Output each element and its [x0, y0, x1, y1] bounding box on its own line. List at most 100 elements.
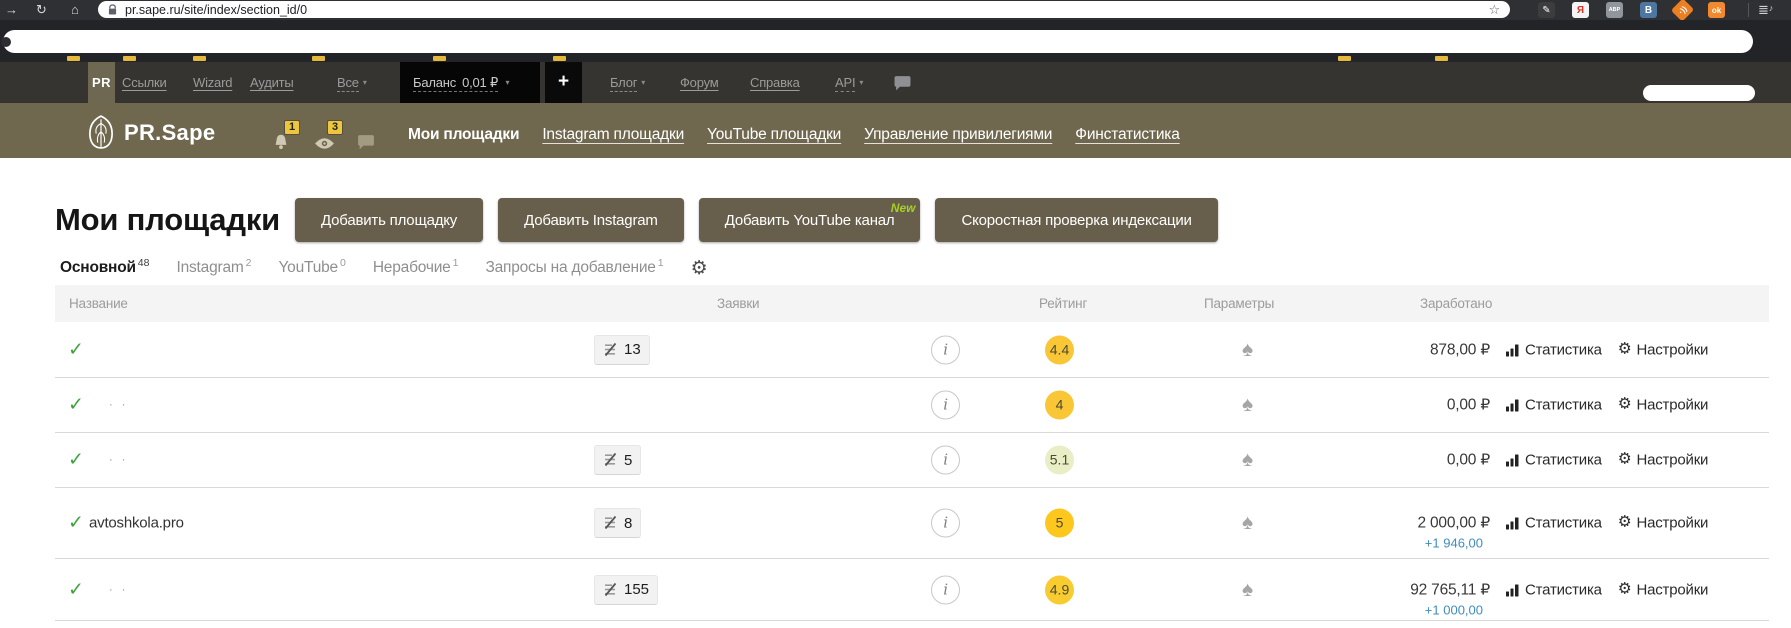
table-settings-gear-icon[interactable]: ⚙	[691, 257, 708, 280]
statistics-link[interactable]: Статистика	[1505, 581, 1602, 598]
reload-icon[interactable]: ↻	[36, 0, 47, 20]
nav-instagram-sites[interactable]: Instagram площадки	[542, 126, 684, 144]
bookmark-favicon[interactable]	[123, 56, 136, 61]
info-icon[interactable]: i	[931, 390, 960, 420]
add-youtube-button[interactable]: Добавить YouTube канал New	[698, 198, 921, 242]
new-badge: New	[890, 201, 916, 215]
nav-privileges[interactable]: Управление привилегиями	[864, 126, 1052, 144]
forward-icon[interactable]: →	[5, 0, 18, 20]
statistics-link[interactable]: Статистика	[1505, 341, 1602, 358]
requests-badge[interactable]: 8	[594, 508, 642, 538]
gear-icon: ⚙	[1617, 580, 1632, 597]
tab-add-requests[interactable]: Запросы на добавление 1	[485, 257, 663, 277]
nav-wizard[interactable]: Wizard	[193, 62, 232, 103]
messages-bubble-icon[interactable]	[357, 134, 375, 156]
bookmark-favicon[interactable]	[312, 56, 325, 61]
bookmark-star-icon[interactable]: ☆	[1489, 1, 1501, 18]
pr-logo-badge[interactable]: PR	[88, 62, 115, 103]
spade-params-icon[interactable]: ♠	[1242, 448, 1253, 472]
bookmark-favicon[interactable]	[433, 56, 446, 61]
vk-extension-icon[interactable]: B	[1640, 2, 1657, 18]
statistics-link[interactable]: Статистика	[1505, 397, 1602, 414]
pen-extension-icon[interactable]: ✎	[1538, 2, 1555, 18]
spade-params-icon[interactable]: ♠	[1242, 393, 1253, 417]
bell-icon[interactable]	[272, 133, 290, 156]
settings-link[interactable]: ⚙ Настройки	[1618, 396, 1709, 415]
requests-list-icon	[604, 342, 617, 356]
rating-badge[interactable]: 5.1	[1045, 445, 1074, 475]
rss-extension-icon[interactable]: ·))	[1670, 0, 1695, 22]
yandex-extension-icon[interactable]: Я	[1572, 2, 1589, 18]
bookmark-favicon[interactable]	[1338, 56, 1351, 61]
active-check-icon: ✓	[68, 394, 84, 416]
statistics-link[interactable]: Статистика	[1505, 515, 1602, 532]
bookmark-favicon[interactable]	[193, 56, 206, 61]
row-actions: Статистика ⚙ Настройки	[1505, 580, 1708, 599]
bookmark-favicon[interactable]	[67, 56, 80, 61]
requests-badge[interactable]: 13	[594, 334, 650, 365]
settings-link[interactable]: ⚙ Настройки	[1617, 513, 1709, 533]
bookmark-favicon[interactable]	[1435, 56, 1448, 61]
add-instagram-button[interactable]: Добавить Instagram	[498, 198, 684, 242]
col-requests: Заявки	[717, 296, 760, 311]
ok-extension-icon[interactable]: ok	[1708, 2, 1725, 18]
settings-link[interactable]: ⚙ Настройки	[1617, 580, 1709, 599]
walnut-logo-icon[interactable]	[86, 114, 116, 155]
nav-blog-dropdown[interactable]: Блог ▾	[610, 62, 645, 103]
rating-badge[interactable]: 4.9	[1045, 575, 1074, 604]
nav-youtube-sites[interactable]: YouTube площадки	[707, 126, 841, 144]
tab-inactive[interactable]: Нерабочие 1	[373, 257, 459, 277]
requests-badge[interactable]: 155	[594, 574, 659, 605]
statistics-link[interactable]: Статистика	[1505, 452, 1602, 469]
nav-api-dropdown[interactable]: API ▾	[835, 62, 863, 103]
gear-icon: ⚙	[1617, 513, 1632, 531]
rating-badge[interactable]: 5	[1045, 508, 1074, 538]
info-icon[interactable]: i	[931, 508, 960, 538]
sites-table: Название Заявки Рейтинг Параметры Зарабо…	[55, 285, 1769, 621]
col-params: Параметры	[1204, 296, 1275, 311]
brand-logo-text[interactable]: PR.Sape	[124, 120, 215, 146]
info-icon[interactable]: i	[931, 335, 960, 364]
spade-params-icon[interactable]: ♠	[1242, 511, 1253, 535]
index-check-button[interactable]: Скоростная проверка индексации	[935, 198, 1218, 242]
spade-params-icon[interactable]: ♠	[1242, 338, 1253, 362]
add-funds-button[interactable]: +	[545, 62, 582, 103]
bell-count-badge[interactable]: 1	[284, 120, 301, 135]
site-name[interactable]: avtoshkola.pro	[89, 515, 184, 532]
settings-link[interactable]: ⚙ Настройки	[1618, 340, 1709, 359]
reading-list-icon[interactable]: ≣♪	[1758, 0, 1773, 21]
balance-dropdown[interactable]: Баланс 0,01 ₽ ▾	[400, 62, 540, 103]
tab-instagram[interactable]: Instagram 2	[176, 257, 251, 277]
caret-down-icon: ▾	[859, 78, 864, 87]
nav-forum[interactable]: Форум	[680, 62, 719, 103]
brand-bar: PR.Sape 1 3 Мои площадки Instagram площа…	[0, 103, 1791, 158]
table-row: ✓ · · i 4 ♠ 0,00 ₽ Статистика ⚙ Настройк…	[55, 377, 1769, 432]
earned-amount: 878,00 ₽	[1430, 341, 1490, 358]
home-icon[interactable]: ⌂	[71, 0, 79, 20]
add-site-button[interactable]: Добавить площадку	[295, 198, 484, 242]
rating-badge[interactable]: 4	[1045, 390, 1074, 420]
nav-all-dropdown[interactable]: Все ▾	[337, 62, 367, 103]
info-icon[interactable]: i	[931, 575, 960, 604]
eye-count-badge[interactable]: 3	[327, 120, 344, 135]
address-bar[interactable]: pr.sape.ru/site/index/section_id/0 ☆	[98, 1, 1510, 18]
nav-finstats[interactable]: Финстатистика	[1075, 126, 1180, 144]
tab-main[interactable]: Основной 48	[60, 257, 149, 277]
support-chat-icon[interactable]	[893, 75, 912, 92]
adblock-extension-icon[interactable]: ABP	[1606, 2, 1623, 18]
nav-audits[interactable]: Аудиты	[250, 62, 294, 103]
bookmark-favicon[interactable]	[553, 56, 566, 61]
nav-links[interactable]: Ссылки	[122, 62, 167, 103]
info-icon[interactable]: i	[931, 445, 960, 475]
tab-youtube[interactable]: YouTube 0	[278, 257, 345, 277]
settings-link[interactable]: ⚙ Настройки	[1618, 451, 1709, 470]
eye-icon[interactable]	[314, 136, 335, 156]
requests-badge[interactable]: 5	[594, 445, 642, 475]
nav-my-sites[interactable]: Мои площадки	[408, 126, 520, 144]
rating-badge[interactable]: 4.4	[1045, 335, 1074, 364]
requests-list-icon	[604, 452, 617, 467]
bar-chart-icon	[1506, 399, 1519, 412]
nav-help[interactable]: Справка	[750, 62, 800, 103]
table-header: Название Заявки Рейтинг Параметры Зарабо…	[55, 285, 1769, 322]
spade-params-icon[interactable]: ♠	[1242, 578, 1253, 602]
